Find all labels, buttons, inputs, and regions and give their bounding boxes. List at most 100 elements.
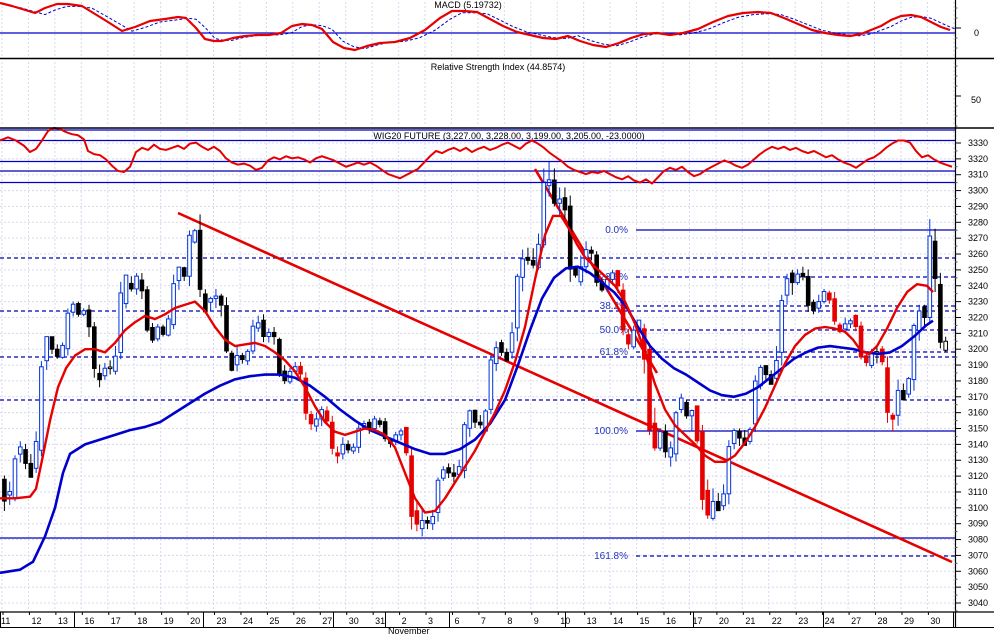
day-label: 11 <box>1 616 10 626</box>
rsi-panel-title: Relative Strength Index (44.8574) <box>430 62 566 72</box>
candle-body <box>213 295 219 299</box>
candle-body <box>499 342 504 353</box>
candle-body <box>234 355 240 366</box>
day-label: 3 <box>428 616 433 626</box>
candle-body <box>12 458 18 499</box>
candle-body <box>552 179 557 204</box>
candle-body <box>266 332 272 338</box>
fib-level-label: 100.0% <box>594 426 628 437</box>
candle-body <box>49 336 55 350</box>
candle-body <box>943 340 948 351</box>
candle-body <box>76 303 81 315</box>
macd-line <box>0 1 951 52</box>
day-label: 20 <box>719 616 729 626</box>
candle-body <box>763 365 769 376</box>
price-axis-label: 3310 <box>968 170 988 180</box>
candle-body <box>451 472 457 477</box>
candle-body <box>694 405 700 442</box>
candle-body <box>842 323 848 330</box>
candle-body <box>715 500 721 512</box>
price-axis-label: 3040 <box>968 598 988 608</box>
day-label: 24 <box>825 616 835 626</box>
candle-body <box>610 272 615 280</box>
candle-body <box>171 283 176 326</box>
day-label: 23 <box>217 616 227 626</box>
macd-signal-line <box>9 4 961 50</box>
price-axis-label: 3050 <box>968 582 988 592</box>
candle-body <box>208 297 213 303</box>
price-axis-label: 3320 <box>968 154 988 164</box>
candle-body <box>922 306 927 318</box>
candle-body <box>271 331 277 338</box>
candle-body <box>414 510 420 525</box>
candle-body <box>250 325 256 352</box>
day-label: 15 <box>640 616 650 626</box>
candle-body <box>530 259 536 266</box>
candle-body <box>668 447 673 458</box>
candle-body <box>23 449 28 464</box>
candle-body <box>895 389 901 416</box>
wig20-future-chart-window: 0.0%23.6%38.2%50.0%61.8%100.0%161.8%3330… <box>0 0 994 638</box>
candle-body <box>340 443 346 455</box>
day-label: 26 <box>296 616 306 626</box>
day-label: 16 <box>666 616 676 626</box>
candle-body <box>372 418 377 430</box>
candle-body <box>129 282 134 290</box>
candle-body <box>493 347 499 365</box>
candle-body <box>938 283 943 343</box>
candle-body <box>705 489 711 516</box>
candle-body <box>155 326 161 340</box>
candle-body <box>314 418 319 427</box>
candle-body <box>70 303 76 313</box>
candle-body <box>7 490 12 496</box>
candle-body <box>419 520 425 530</box>
candle-body <box>245 350 250 362</box>
day-label: 27 <box>851 616 861 626</box>
day-label: 29 <box>904 616 914 626</box>
candle-body <box>176 266 182 282</box>
candle-body <box>446 467 451 474</box>
candle-body <box>795 273 800 284</box>
day-label: 14 <box>613 616 623 626</box>
price-axis-label: 3230 <box>968 297 988 307</box>
candle-body <box>562 197 568 211</box>
price-axis-label: 3070 <box>968 550 988 560</box>
price-axis-label: 3220 <box>968 312 988 322</box>
price-axis-label: 3180 <box>968 376 988 386</box>
candle-body <box>118 292 124 354</box>
fib-level-label: 0.0% <box>605 225 628 236</box>
candle-body <box>166 318 171 336</box>
candle-body <box>853 314 859 328</box>
day-label: 22 <box>772 616 782 626</box>
candle-body <box>92 326 97 369</box>
candle-body <box>800 272 806 278</box>
candle-body <box>329 421 335 449</box>
candle-body <box>589 249 594 254</box>
candle-body <box>229 352 235 371</box>
candle-body <box>39 366 44 451</box>
candle-body <box>615 270 621 287</box>
day-label: 13 <box>587 616 597 626</box>
day-label: 30 <box>349 616 359 626</box>
price-axis-label: 3330 <box>968 138 988 148</box>
candle-body <box>467 410 473 429</box>
candle-body <box>44 336 50 362</box>
chart-canvas[interactable]: 0.0%23.6%38.2%50.0%61.8%100.0%161.8%3330… <box>0 0 994 638</box>
day-label: 13 <box>58 616 68 626</box>
price-axis-label: 3290 <box>968 201 988 211</box>
price-axis-label: 3110 <box>968 487 987 497</box>
day-label: 19 <box>164 616 174 626</box>
price-panel-title: WIG20 FUTURE (3,227.00, 3,228.00, 3,199.… <box>373 131 645 141</box>
candle-body <box>351 446 356 452</box>
candle-body <box>478 421 483 426</box>
candle-body <box>17 446 23 455</box>
slow-moving-average-line <box>0 265 934 575</box>
candle-body <box>821 290 827 303</box>
price-axis-label: 3150 <box>968 424 988 434</box>
candle-body <box>811 301 816 311</box>
candle-body <box>150 326 155 341</box>
candle-body <box>567 205 573 270</box>
day-label: 10 <box>560 616 570 626</box>
day-label: 18 <box>137 616 147 626</box>
candle-body <box>673 412 679 455</box>
